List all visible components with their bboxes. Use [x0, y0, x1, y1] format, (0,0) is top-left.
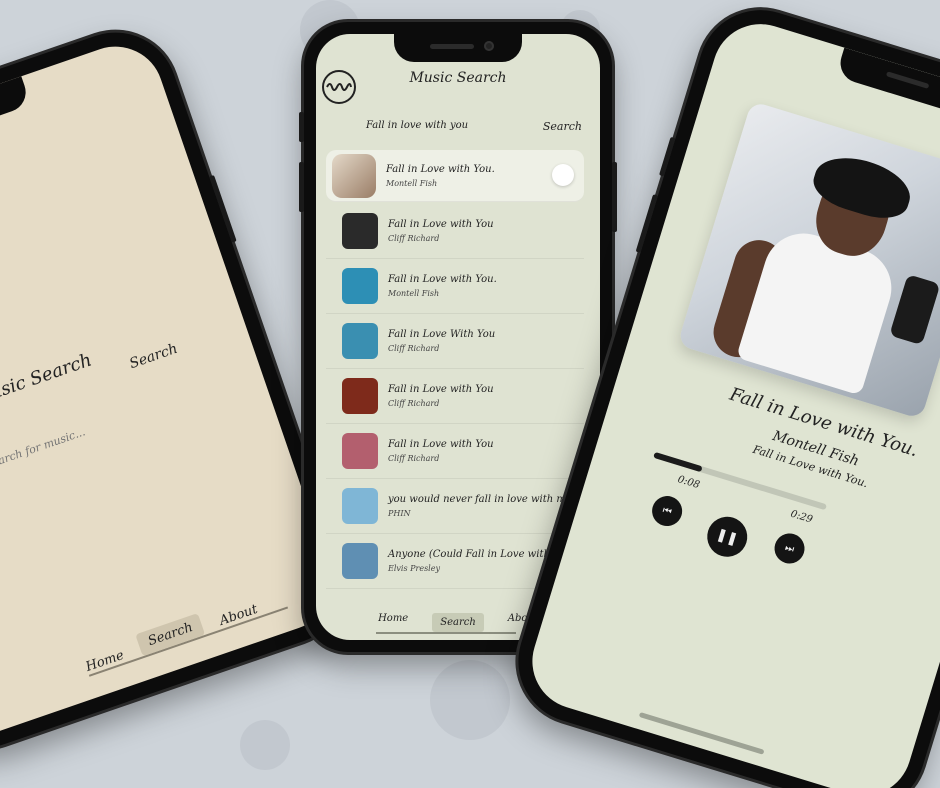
album-art: [342, 213, 378, 249]
speaker: [885, 71, 930, 89]
side-button: [635, 194, 658, 253]
duration-time: 0:29: [789, 508, 814, 526]
home-indicator: [638, 711, 765, 755]
speaker: [430, 44, 474, 49]
side-button: [299, 162, 304, 212]
search-button[interactable]: Search: [127, 341, 179, 372]
page-title: Music Search: [409, 70, 507, 86]
nav-home[interactable]: Home: [378, 613, 408, 632]
background-splat: [430, 660, 510, 740]
notch: [835, 47, 940, 121]
album-art: [342, 543, 378, 579]
album-art-large: [677, 100, 940, 420]
result-row[interactable]: you would never fall in love with me PHI…: [326, 479, 584, 534]
result-row[interactable]: Fall in Love with You. Montell Fish: [326, 150, 584, 202]
photo-phone: [889, 274, 940, 346]
search-input[interactable]: Fall in love with you: [366, 120, 468, 131]
track-title: Fall in Love With You: [388, 329, 496, 340]
home-screen: Music Search Search Home Search About: [0, 33, 345, 747]
results-list: Fall in Love with You. Montell Fish Fall…: [326, 150, 584, 589]
track-artist: Montell Fish: [386, 178, 438, 188]
track-title: Fall in Love with You: [388, 219, 494, 230]
search-input[interactable]: [0, 407, 139, 472]
track-artist: Montell Fish: [388, 289, 440, 298]
track-title: you would never fall in love with me: [388, 494, 572, 505]
album-art: [342, 378, 378, 414]
side-button: [612, 162, 617, 232]
result-row[interactable]: Fall in Love with You Cliff Richard: [326, 424, 584, 479]
track-title: Fall in Love with You.: [386, 163, 495, 175]
album-art: [342, 268, 378, 304]
result-row[interactable]: Fall in Love with You Cliff Richard: [326, 369, 584, 424]
progress-fill: [653, 451, 704, 473]
track-title: Fall in Love with You: [388, 384, 494, 395]
track-title: Fall in Love with You.: [388, 274, 497, 285]
track-artist: Cliff Richard: [388, 399, 440, 408]
track-title: Fall in Love with You: [388, 439, 494, 450]
result-row[interactable]: Fall in Love with You Cliff Richard: [326, 204, 584, 259]
track-artist: Cliff Richard: [388, 454, 440, 463]
result-row[interactable]: Fall in Love with You. Montell Fish: [326, 259, 584, 314]
elapsed-time: 0:08: [676, 474, 701, 492]
page-title: Music Search: [0, 349, 95, 411]
notch: [0, 76, 32, 154]
search-button[interactable]: Search: [543, 120, 582, 133]
skip-previous-icon[interactable]: ⏮: [648, 492, 686, 530]
nav-search[interactable]: Search: [432, 613, 484, 632]
album-art: [342, 488, 378, 524]
side-button: [299, 112, 304, 142]
side-button: [659, 136, 676, 177]
pause-icon[interactable]: ❚❚: [702, 511, 753, 562]
result-row[interactable]: Fall in Love With You Cliff Richard: [326, 314, 584, 369]
album-art: [342, 433, 378, 469]
notch: [394, 34, 522, 62]
skip-next-icon[interactable]: ⏭: [770, 529, 809, 568]
album-art: [332, 153, 376, 198]
album-art: [342, 323, 378, 359]
track-artist: Cliff Richard: [388, 344, 440, 353]
track-artist: Cliff Richard: [388, 234, 440, 243]
background-splat: [240, 720, 290, 770]
nav-underline: [376, 632, 516, 634]
camera-icon: [484, 41, 494, 51]
nav-search[interactable]: Search: [135, 612, 206, 657]
track-artist: PHIN: [388, 509, 411, 518]
bottom-nav: Home Search About: [81, 594, 260, 675]
toggle-switch[interactable]: [552, 164, 574, 186]
